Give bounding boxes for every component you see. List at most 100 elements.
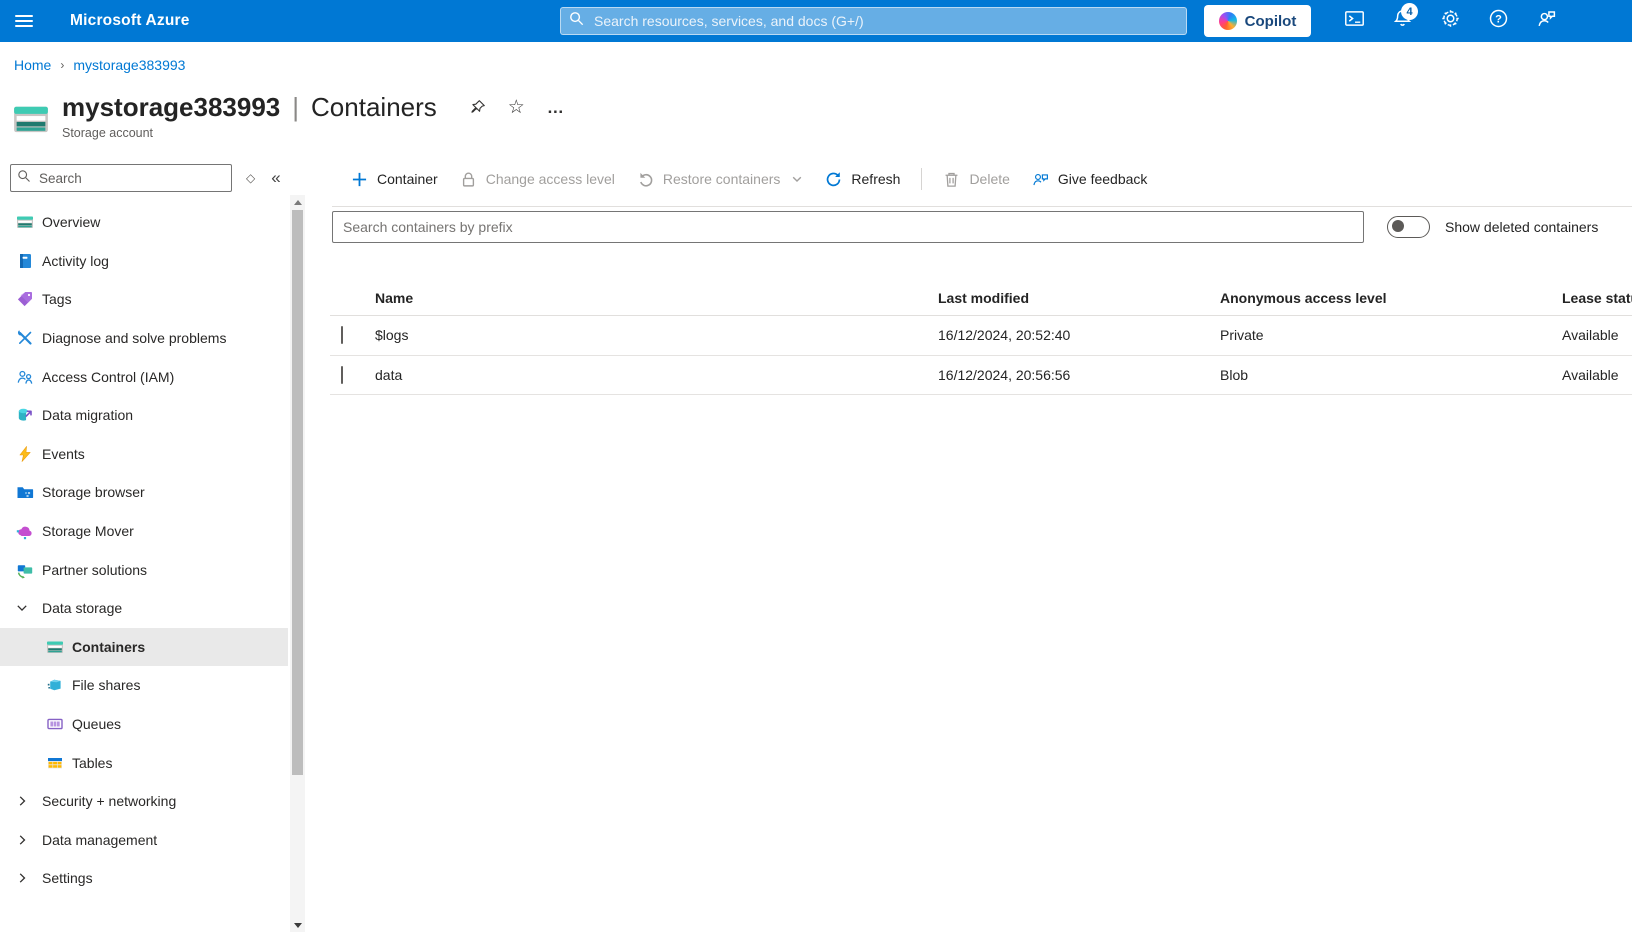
sidebar-item-activity-log[interactable]: Activity log bbox=[0, 242, 288, 281]
toolbar-separator bbox=[921, 168, 923, 190]
global-search[interactable] bbox=[560, 7, 1187, 35]
sidebar-item-label: Partner solutions bbox=[42, 561, 148, 578]
cell-name[interactable]: $logs bbox=[375, 327, 938, 343]
cell-anonymous-access-level: Blob bbox=[1220, 366, 1249, 383]
chevron-down-icon bbox=[16, 602, 28, 614]
sidebar-item-tags[interactable]: Tags bbox=[0, 280, 288, 319]
row-checkbox[interactable] bbox=[341, 365, 343, 384]
pin-icon[interactable] bbox=[469, 99, 486, 116]
toolbar-restore-containers-button[interactable]: Restore containers bbox=[626, 162, 815, 196]
feedback-person-icon bbox=[1536, 8, 1557, 34]
tag-icon bbox=[16, 290, 34, 308]
search-icon bbox=[569, 11, 592, 31]
sidebar-item-overview[interactable]: Overview bbox=[0, 203, 288, 242]
sidebar-item-containers[interactable]: Containers bbox=[0, 627, 288, 667]
hamburger-menu-button[interactable] bbox=[0, 0, 48, 42]
sidebar-item-data-storage[interactable]: Data storage bbox=[0, 589, 288, 628]
sidebar-item-storage-browser[interactable]: Storage browser bbox=[0, 473, 288, 512]
toolbar-refresh-button[interactable]: Refresh bbox=[814, 162, 911, 196]
ellipsis-icon[interactable]: … bbox=[547, 98, 565, 118]
menu-list: Overview Activity log Tags Diagnose and sol… bbox=[0, 203, 288, 898]
column-header-anonymous-access-level[interactable]: Anonymous access level bbox=[1220, 290, 1562, 306]
copilot-button[interactable]: Copilot bbox=[1204, 5, 1311, 37]
settings-button[interactable] bbox=[1426, 0, 1474, 42]
give-feedback-icon bbox=[1032, 171, 1049, 188]
page-subtitle: Storage account bbox=[62, 126, 154, 140]
sidebar-item-security-networking[interactable]: Security + networking bbox=[0, 782, 288, 821]
cell-last-modified: 16/12/2024, 20:56:56 bbox=[938, 366, 1071, 383]
row-checkbox[interactable] bbox=[341, 326, 343, 345]
toggle-knob bbox=[1392, 220, 1404, 232]
page-header: mystorage383993 | Containers ☆ … Storage a… bbox=[12, 92, 565, 140]
sidebar-item-storage-mover[interactable]: Storage Mover bbox=[0, 512, 288, 551]
menu-search[interactable] bbox=[10, 164, 232, 192]
cloud-shell-button[interactable] bbox=[1330, 0, 1378, 42]
cell-anonymous-access-level: Private bbox=[1220, 327, 1264, 344]
sidebar-item-data-management[interactable]: Data management bbox=[0, 821, 288, 860]
search-icon bbox=[17, 169, 31, 188]
diagnose-icon bbox=[16, 329, 34, 347]
copilot-icon bbox=[1218, 12, 1237, 30]
collapse-menu-icon[interactable]: « bbox=[271, 168, 280, 188]
global-search-input[interactable] bbox=[592, 12, 1178, 30]
scroll-down-arrow[interactable] bbox=[290, 918, 305, 932]
table-row-logs[interactable]: $logs 16/12/2024, 20:52:40 Private Availabl… bbox=[330, 316, 1632, 356]
title-separator: | bbox=[292, 92, 300, 122]
sidebar-item-label: Tables bbox=[72, 754, 113, 771]
menu-search-input[interactable] bbox=[37, 169, 225, 187]
sidebar-item-data-migration[interactable]: Data migration bbox=[0, 396, 288, 435]
table-header-row: Name Last modified Anonymous access level L… bbox=[330, 280, 1632, 316]
help-icon: ? bbox=[1488, 8, 1509, 34]
sidebar-item-file-shares[interactable]: File shares bbox=[0, 666, 288, 705]
scrollbar-thumb[interactable] bbox=[292, 210, 303, 775]
column-header-last-modified[interactable]: Last modified bbox=[938, 290, 1220, 306]
sidebar-item-label: Diagnose and solve problems bbox=[42, 330, 227, 347]
cell-name[interactable]: data bbox=[375, 367, 938, 383]
toolbar-button-label: Refresh bbox=[851, 171, 901, 187]
toolbar-change-access-level-button[interactable]: Change access level bbox=[449, 162, 626, 196]
notification-badge: 4 bbox=[1401, 3, 1418, 20]
sidebar-item-label: Tags bbox=[42, 291, 72, 308]
sidebar-scrollbar[interactable] bbox=[290, 195, 305, 932]
access-control-icon bbox=[16, 368, 34, 386]
menu-sort-icon[interactable]: ◇ bbox=[246, 171, 255, 185]
file-shares-icon bbox=[46, 676, 64, 694]
resource-menu: ◇ « Overview Activity log Tags Diagnose and… bbox=[0, 155, 306, 932]
chevron-right-icon bbox=[16, 834, 28, 846]
help-button[interactable]: ? bbox=[1474, 0, 1522, 42]
sidebar-item-tables[interactable]: Tables bbox=[0, 743, 288, 782]
feedback-button[interactable] bbox=[1522, 0, 1570, 42]
show-deleted-toggle[interactable] bbox=[1387, 216, 1430, 238]
brand-title: Microsoft Azure bbox=[70, 12, 190, 29]
chevron-right-icon bbox=[16, 872, 28, 884]
queues-icon bbox=[46, 715, 64, 733]
star-icon[interactable]: ☆ bbox=[508, 96, 525, 119]
column-header-name[interactable]: Name bbox=[375, 290, 938, 306]
sidebar-item-access-control-iam[interactable]: Access Control (IAM) bbox=[0, 357, 288, 396]
breadcrumb-storage-link[interactable]: mystorage383993 bbox=[73, 57, 185, 73]
sidebar-item-label: Security + networking bbox=[42, 793, 177, 810]
column-header-lease-status[interactable]: Lease status bbox=[1562, 290, 1632, 306]
scroll-up-arrow[interactable] bbox=[290, 195, 305, 209]
sidebar-item-partner-solutions[interactable]: Partner solutions bbox=[0, 550, 288, 589]
page-title: mystorage383993 bbox=[62, 92, 281, 122]
lock-icon bbox=[460, 171, 477, 188]
breadcrumb: Home › mystorage383993 bbox=[14, 57, 185, 73]
sidebar-item-diagnose-and-solve-problems[interactable]: Diagnose and solve problems bbox=[0, 319, 288, 358]
sidebar-item-label: File shares bbox=[72, 677, 141, 694]
breadcrumb-home-link[interactable]: Home bbox=[14, 57, 51, 73]
sidebar-item-label: Containers bbox=[72, 638, 146, 655]
toolbar-button-label: Restore containers bbox=[662, 171, 781, 187]
notifications-button[interactable]: 4 bbox=[1378, 0, 1426, 42]
plus-icon bbox=[351, 171, 368, 188]
toolbar-give-feedback-button[interactable]: Give feedback bbox=[1021, 162, 1159, 196]
table-row-data[interactable]: data 16/12/2024, 20:56:56 Blob Available bbox=[330, 356, 1632, 395]
sidebar-item-events[interactable]: Events bbox=[0, 435, 288, 474]
container-prefix-search-input[interactable] bbox=[332, 211, 1364, 243]
toolbar-delete-button[interactable]: Delete bbox=[932, 162, 1020, 196]
toolbar-container-button[interactable]: Container bbox=[340, 162, 449, 196]
sidebar-item-label: Data migration bbox=[42, 407, 134, 424]
sidebar-item-queues[interactable]: Queues bbox=[0, 705, 288, 744]
chevron-right-icon bbox=[16, 795, 28, 807]
sidebar-item-settings[interactable]: Settings bbox=[0, 859, 288, 898]
